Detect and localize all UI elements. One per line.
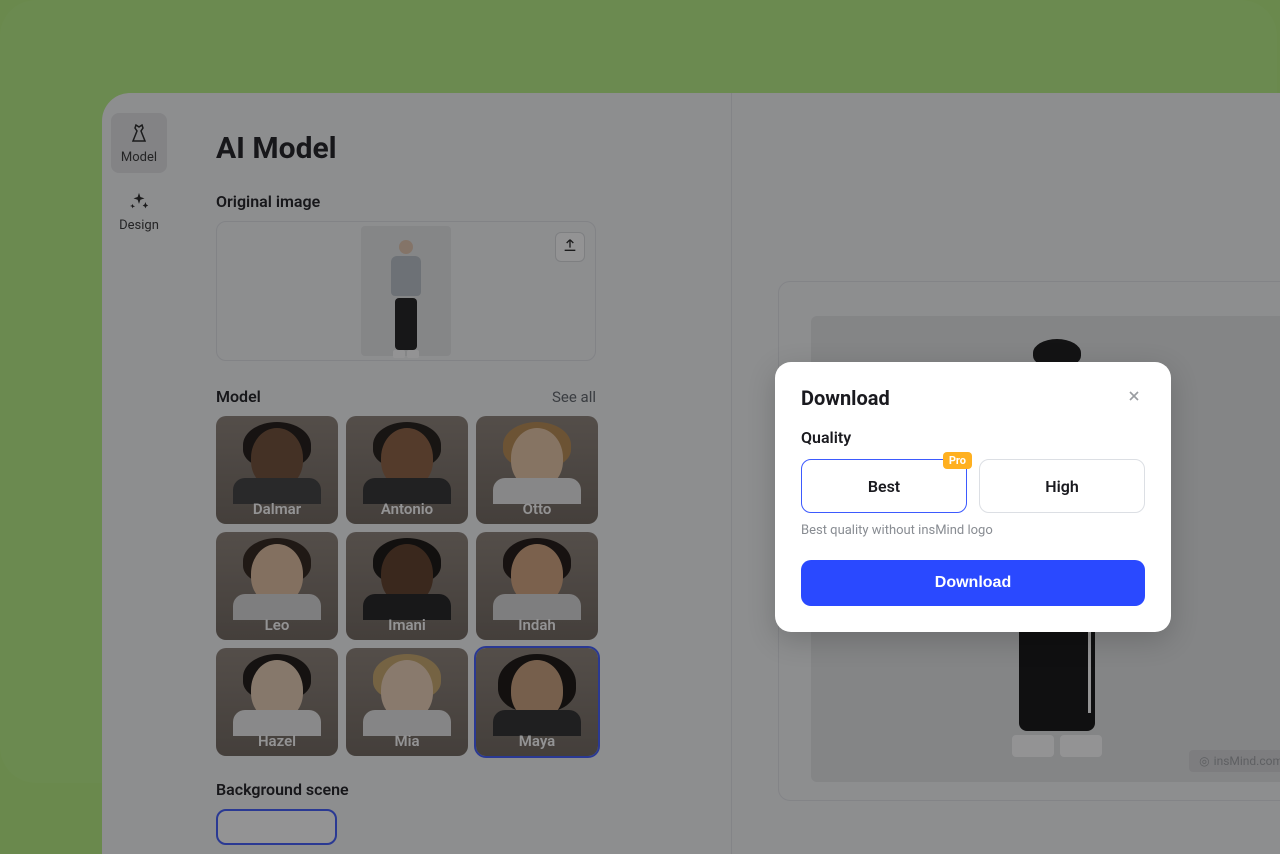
download-button[interactable]: Download	[801, 560, 1145, 606]
quality-option-high[interactable]: High	[979, 459, 1145, 513]
quality-option-best[interactable]: Best Pro	[801, 459, 967, 513]
close-button[interactable]	[1123, 387, 1145, 409]
close-icon	[1126, 388, 1142, 408]
quality-label: Quality	[801, 428, 1145, 447]
pro-badge: Pro	[943, 452, 972, 469]
quality-option-label: Best	[868, 477, 900, 496]
quality-option-label: High	[1045, 477, 1079, 496]
quality-hint: Best quality without insMind logo	[801, 523, 1145, 538]
modal-title: Download	[801, 386, 890, 410]
download-modal: Download Quality Best Pro High Best qual…	[775, 362, 1171, 632]
